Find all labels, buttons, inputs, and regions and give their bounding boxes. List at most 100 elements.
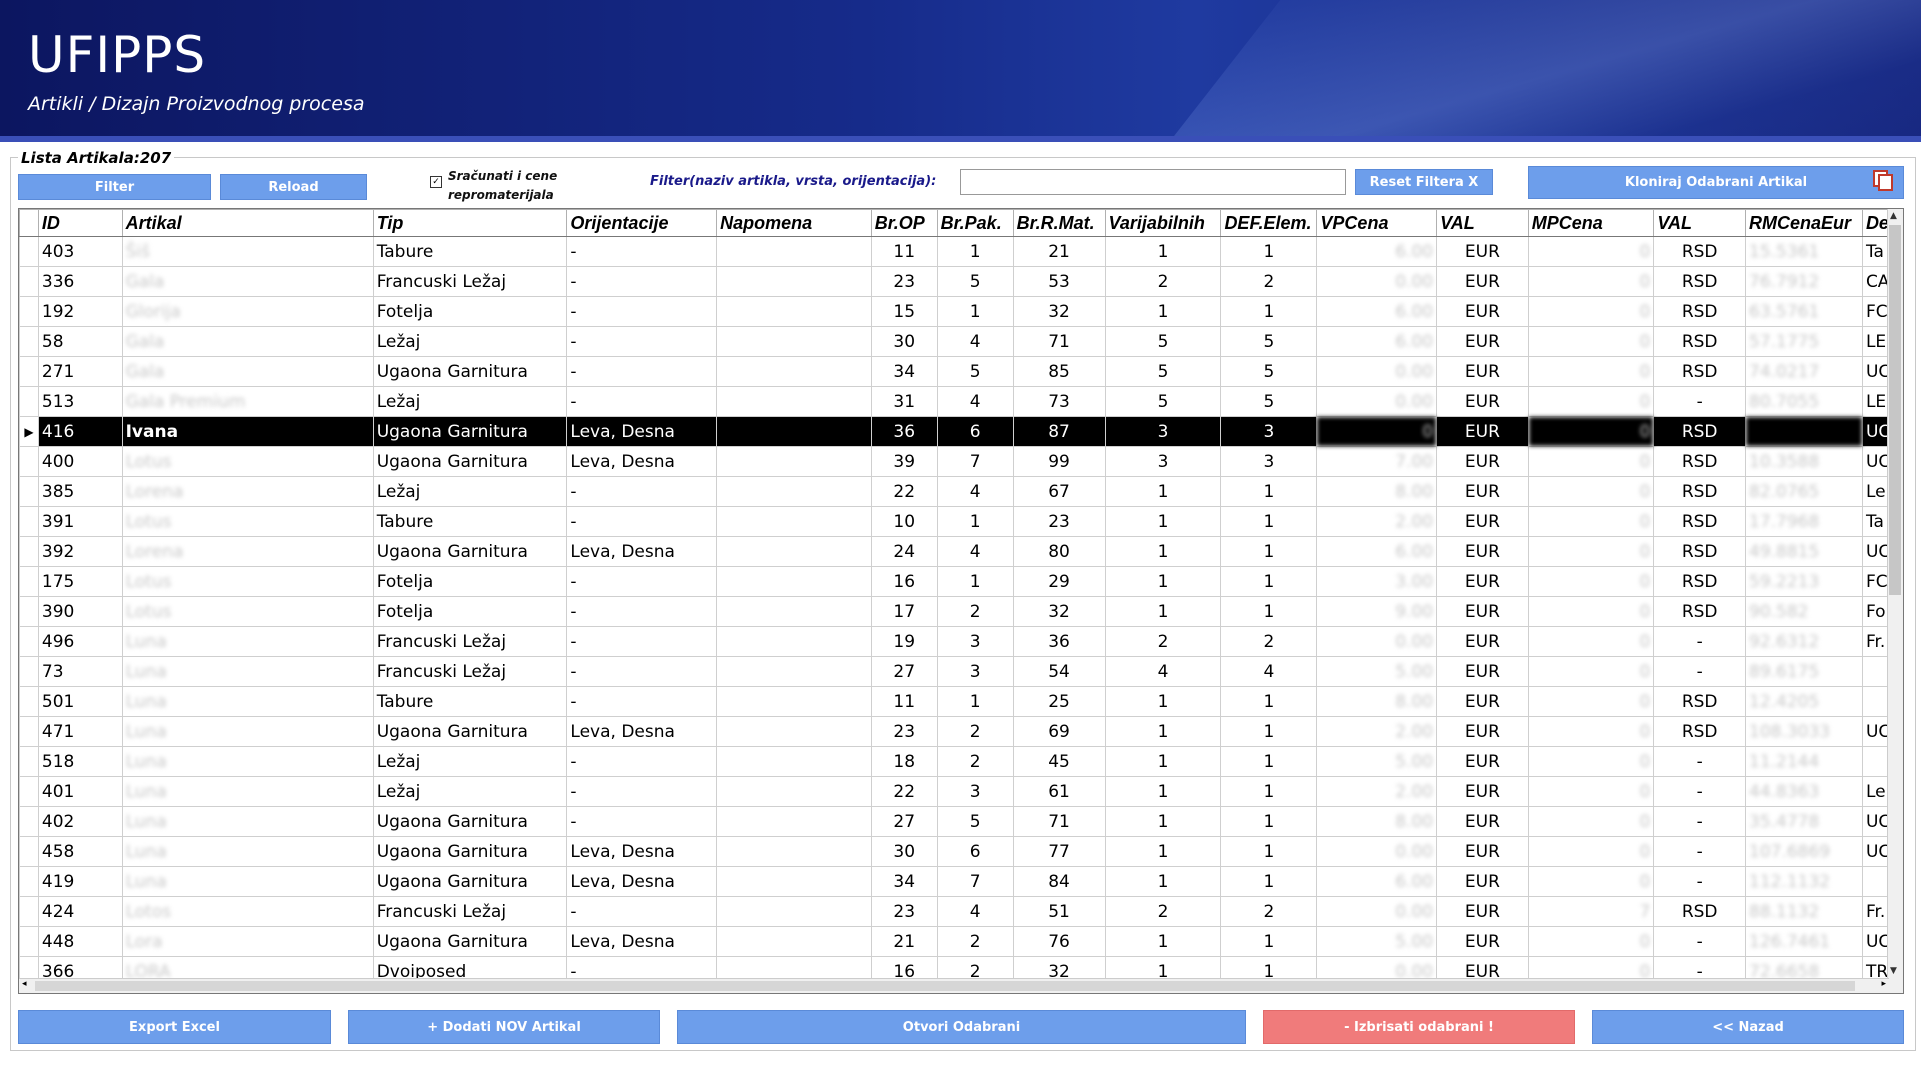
chevron-left-icon[interactable]: ◂ [22,979,27,989]
row-selector[interactable] [19,476,39,507]
table-row[interactable]: 391 Lotus Tabure -10 1 23 1 1 2.00 EUR 0 RSD 17.7968… [19,506,1903,537]
horizontal-scrollbar[interactable]: ◂ ▸ [19,978,1889,993]
row-selector[interactable] [19,446,39,477]
table-row[interactable]: 73 Luna Francuski Ležaj -27 3 54 4 4 5.00 EUR 0-89… [19,656,1903,687]
column-header[interactable]: ID [37,209,123,237]
row-selector[interactable] [19,566,39,597]
row-selector[interactable] [19,866,39,897]
row-selector[interactable] [19,896,39,927]
row-selector[interactable] [19,926,39,957]
table-row[interactable]: 400 Lotus Ugaona Garnitura Leva, Desna 39 7 99… [19,446,1903,477]
table-cell [716,626,872,657]
table-cell: 73 [37,656,123,687]
column-header[interactable]: Artikal [121,209,374,237]
row-selector[interactable] [19,596,39,627]
row-selector[interactable] [19,836,39,867]
table-row[interactable]: 424 Lotos Francuski Ležaj -23 4 51 2 2 0.00 EUR 7 R… [19,896,1903,927]
row-selector[interactable] [19,266,39,297]
back-button[interactable]: << Nazad [1592,1010,1904,1044]
table-row[interactable]: 390 Lotus Fotelja -17 2 32 1 1 9.00 EUR 0 RSD 90.582… [19,596,1903,627]
table-row[interactable]: 401 Luna Ležaj -22 3 61 1 1 2.00 EUR 0-44.8363 Le [19,776,1903,807]
filter-input[interactable] [960,169,1346,195]
row-selector[interactable] [19,356,39,387]
table-cell: 80 [1012,536,1106,567]
table-row[interactable]: 271 Gala Ugaona Garnitura -34 5 85 5 5 0.00 EUR 0 R… [19,356,1903,387]
table-row[interactable]: 385 Lorena Ležaj -22 4 67 1 1 8.00 EUR 0 RSD 82.0765… [19,476,1903,507]
column-header[interactable]: MPCena [1527,209,1655,237]
reset-filter-button[interactable]: Reset Filtera X [1355,169,1493,195]
add-article-button[interactable]: + Dodati NOV Artikal [348,1010,660,1044]
chevron-down-icon[interactable]: ▼ [1890,966,1897,976]
table-row[interactable]: 175 Lotus Fotelja -16 1 29 1 1 3.00 EUR 0 RSD 59.221… [19,566,1903,597]
column-header[interactable]: DEF.Elem. [1220,209,1318,237]
horizontal-scroll-thumb[interactable] [35,981,1855,991]
table-row[interactable]: 496 Luna Francuski Ležaj -19 3 36 2 2 0.00 EUR 0-9… [19,626,1903,657]
table-row[interactable]: 58 Gala Ležaj -30 4 71 5 5 6.00 EUR 0 RSD 57.1775 LE [19,326,1903,357]
table-cell: 1 [1220,536,1318,567]
chevron-up-icon[interactable]: ▲ [1890,211,1897,221]
column-header[interactable]: VPCena [1316,209,1438,237]
articles-grid[interactable]: ID Artikal Tip Orijentacije Napomena Br.OP Br.… [18,208,1904,994]
row-selector[interactable] [19,776,39,807]
vertical-scrollbar[interactable]: ▲ ▼ [1887,209,1903,993]
table-row[interactable]: 513 Gala Premium Ležaj -31 4 73 5 5 0.00 EUR 0-80.… [19,386,1903,417]
column-header[interactable]: Orijentacije [566,209,718,237]
table-row[interactable]: 402 Luna Ugaona Garnitura -27 5 71 1 1 8.00 EUR 0-… [19,806,1903,837]
table-row[interactable]: 458 Luna Ugaona Garnitura Leva, Desna 30 6 77 1… [19,836,1903,867]
table-row[interactable]: ▶ 416 Ivana Ugaona Garnitura Leva, Desna 36 6 8… [19,416,1903,447]
caret-right-icon[interactable]: ▶ [19,416,39,447]
table-cell: EUR [1436,626,1529,657]
table-cell: 448 [37,926,123,957]
filter-button[interactable]: Filter [18,174,211,200]
column-header[interactable]: Br.Pak. [936,209,1014,237]
clone-article-label: Kloniraj Odabrani Artikal [1624,175,1808,190]
export-excel-button[interactable]: Export Excel [18,1010,331,1044]
column-header[interactable]: Tip [372,209,568,237]
table-cell: Leva, Desna [566,536,718,567]
column-header[interactable]: Varijabilnih [1104,209,1222,237]
column-header[interactable]: VAL [1436,209,1529,237]
calc-prices-option[interactable]: ✓ Sračunati i cene repromaterijala [430,167,568,205]
table-cell: 1 [1220,236,1318,267]
clone-article-button[interactable]: Kloniraj Odabrani Artikal [1528,166,1904,199]
table-row[interactable]: 192 Glorija Fotelja -15 1 32 1 1 6.00 EUR 0 RSD 63.5… [19,296,1903,327]
table-cell: EUR [1436,896,1529,927]
table-row[interactable]: 471 Luna Ugaona Garnitura Leva, Desna 23 2 69 1… [19,716,1903,747]
table-cell: 34 [870,866,938,897]
table-cell [716,896,872,927]
row-selector[interactable] [19,686,39,717]
calc-prices-checkbox[interactable]: ✓ [430,176,442,188]
table-row[interactable]: 336 Gala Francuski Ležaj -23 5 53 2 2 0.00 EUR 0 RS… [19,266,1903,297]
row-selector[interactable] [19,536,39,567]
row-selector[interactable] [19,506,39,537]
table-row[interactable]: 403 Šiš Tabure -11 1 21 1 1 6.00 EUR 0 RSD 15.5361 Ta [19,236,1903,267]
table-row[interactable]: 501 Luna Tabure -11 1 25 1 1 8.00 EUR 0 RSD 12.4205 [19,686,1903,717]
open-selected-button[interactable]: Otvori Odabrani [677,1010,1246,1044]
table-cell: 12.4205 [1745,686,1863,717]
row-selector[interactable] [19,656,39,687]
table-row[interactable]: 392 Lorena Ugaona Garnitura Leva, Desna 24 4 8… [19,536,1903,567]
row-selector[interactable] [19,806,39,837]
table-cell: 30 [870,836,938,867]
column-header[interactable]: Br.R.Mat. [1012,209,1106,237]
reload-button[interactable]: Reload [220,174,367,200]
row-selector[interactable] [19,746,39,777]
row-selector[interactable] [19,326,39,357]
vertical-scroll-thumb[interactable] [1889,225,1901,595]
column-header[interactable]: Napomena [716,209,872,237]
delete-selected-button[interactable]: - Izbrisati odabrani ! [1263,1010,1575,1044]
row-selector[interactable] [19,626,39,657]
column-header[interactable]: VAL [1653,209,1746,237]
column-header[interactable]: Br.OP [870,209,938,237]
row-selector[interactable] [19,236,39,267]
row-selector[interactable] [19,716,39,747]
table-row[interactable]: 419 Luna Ugaona Garnitura Leva, Desna 34 7 84 1… [19,866,1903,897]
table-cell: EUR [1436,266,1529,297]
table-cell: EUR [1436,596,1529,627]
row-selector[interactable] [19,386,39,417]
chevron-right-icon[interactable]: ▸ [1881,979,1886,989]
table-row[interactable]: 448 Lora Ugaona Garnitura Leva, Desna 21 2 76 1… [19,926,1903,957]
row-selector[interactable] [19,296,39,327]
table-row[interactable]: 518 Luna Ležaj -18 2 45 1 1 5.00 EUR 0-11.2144 [19,746,1903,777]
column-header[interactable]: RMCenaEur [1745,209,1863,237]
